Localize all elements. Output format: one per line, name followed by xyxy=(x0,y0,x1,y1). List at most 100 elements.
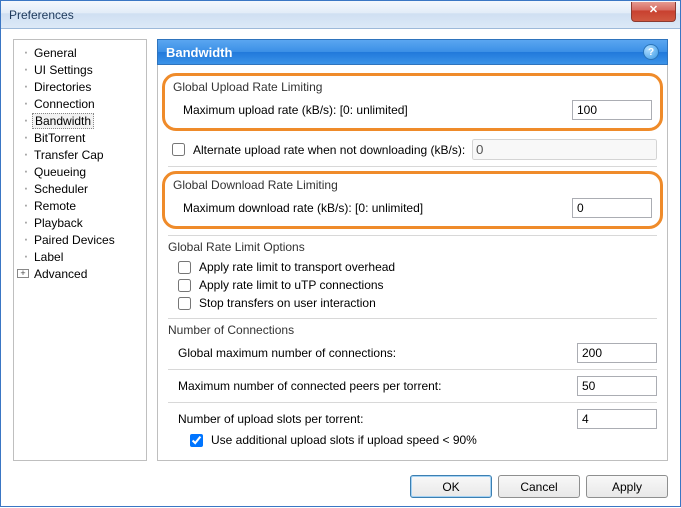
tree-dot-icon: · xyxy=(20,233,32,247)
label-alt-upload: Alternate upload rate when not downloadi… xyxy=(193,143,468,157)
tree-item-bandwidth[interactable]: ·Bandwidth xyxy=(16,112,144,129)
separator xyxy=(168,235,657,236)
checkbox-alt-upload[interactable] xyxy=(172,143,185,156)
group-title-upload: Global Upload Rate Limiting xyxy=(173,80,652,94)
tree-item-label: Advanced xyxy=(32,267,89,281)
tree-item-scheduler[interactable]: ·Scheduler xyxy=(16,180,144,197)
tree-item-label: Directories xyxy=(32,80,93,94)
tree-dot-icon: · xyxy=(20,216,32,230)
panel-title: Bandwidth xyxy=(166,45,232,60)
tree-dot-icon: · xyxy=(20,97,32,111)
tree-dot-icon: · xyxy=(20,148,32,162)
tree-dot-icon: · xyxy=(20,80,32,94)
input-peers[interactable] xyxy=(577,376,657,396)
checkbox-opt-stop[interactable] xyxy=(178,297,191,310)
tree-item-transfer-cap[interactable]: ·Transfer Cap xyxy=(16,146,144,163)
content-panel: Bandwidth ? Global Upload Rate Limiting … xyxy=(157,39,668,461)
tree-item-connection[interactable]: ·Connection xyxy=(16,95,144,112)
tree-item-ui-settings[interactable]: ·UI Settings xyxy=(16,61,144,78)
tree-item-label: General xyxy=(32,46,79,60)
group-title-options: Global Rate Limit Options xyxy=(168,240,657,254)
label-global-conn: Global maximum number of connections: xyxy=(178,346,571,360)
close-button[interactable]: ✕ xyxy=(631,2,676,22)
tree-item-label[interactable]: ·Label xyxy=(16,248,144,265)
label-extra-slots: Use additional upload slots if upload sp… xyxy=(211,433,477,447)
input-alt-upload xyxy=(472,139,657,160)
tree-dot-icon: · xyxy=(20,250,32,264)
checkbox-extra-slots[interactable] xyxy=(190,434,203,447)
help-icon[interactable]: ? xyxy=(643,44,659,60)
label-max-download: Maximum download rate (kB/s): [0: unlimi… xyxy=(183,201,566,215)
separator xyxy=(168,166,657,167)
dialog-body: ·General·UI Settings·Directories·Connect… xyxy=(1,29,680,469)
separator xyxy=(168,318,657,319)
group-rate-options: Global Rate Limit Options Apply rate lim… xyxy=(168,240,657,312)
window-title: Preferences xyxy=(9,8,74,22)
group-title-download: Global Download Rate Limiting xyxy=(173,178,652,192)
group-download-rate: Global Download Rate Limiting Maximum do… xyxy=(162,171,663,229)
row-max-upload: Maximum upload rate (kB/s): [0: unlimite… xyxy=(173,98,652,122)
panel-body: Global Upload Rate Limiting Maximum uplo… xyxy=(157,65,668,461)
label-opt-overhead: Apply rate limit to transport overhead xyxy=(199,260,395,274)
tree-item-paired-devices[interactable]: ·Paired Devices xyxy=(16,231,144,248)
tree-item-playback[interactable]: ·Playback xyxy=(16,214,144,231)
ok-button[interactable]: OK xyxy=(410,475,492,498)
tree-item-bittorrent[interactable]: ·BitTorrent xyxy=(16,129,144,146)
group-title-connections: Number of Connections xyxy=(168,323,657,337)
tree-item-directories[interactable]: ·Directories xyxy=(16,78,144,95)
tree-item-label: Connection xyxy=(32,97,97,111)
label-slots: Number of upload slots per torrent: xyxy=(178,412,571,426)
cancel-button[interactable]: Cancel xyxy=(498,475,580,498)
row-slots: Number of upload slots per torrent: xyxy=(168,407,657,431)
row-peers: Maximum number of connected peers per to… xyxy=(168,374,657,398)
tree-item-label: UI Settings xyxy=(32,63,95,77)
tree-item-label: Scheduler xyxy=(32,182,90,196)
input-max-upload[interactable] xyxy=(572,100,652,120)
tree-dot-icon: · xyxy=(20,114,32,128)
tree-dot-icon: · xyxy=(20,182,32,196)
row-opt-stop: Stop transfers on user interaction xyxy=(168,294,657,312)
input-slots[interactable] xyxy=(577,409,657,429)
row-global-conn: Global maximum number of connections: xyxy=(168,341,657,365)
tree-item-label: Remote xyxy=(32,199,78,213)
tree-item-queueing[interactable]: ·Queueing xyxy=(16,163,144,180)
tree-dot-icon: · xyxy=(20,199,32,213)
tree-item-advanced[interactable]: +Advanced xyxy=(16,265,144,282)
separator xyxy=(168,369,657,370)
tree-item-label: Paired Devices xyxy=(32,233,117,247)
row-opt-utp: Apply rate limit to uTP connections xyxy=(168,276,657,294)
tree-dot-icon: · xyxy=(20,165,32,179)
checkbox-opt-overhead[interactable] xyxy=(178,261,191,274)
label-max-upload: Maximum upload rate (kB/s): [0: unlimite… xyxy=(183,103,566,117)
label-opt-utp: Apply rate limit to uTP connections xyxy=(199,278,384,292)
tree-item-remote[interactable]: ·Remote xyxy=(16,197,144,214)
input-max-download[interactable] xyxy=(572,198,652,218)
tree-item-label: Bandwidth xyxy=(32,113,94,129)
preferences-tree[interactable]: ·General·UI Settings·Directories·Connect… xyxy=(13,39,147,461)
group-upload-rate: Global Upload Rate Limiting Maximum uplo… xyxy=(162,73,663,131)
checkbox-opt-utp[interactable] xyxy=(178,279,191,292)
tree-item-label: BitTorrent xyxy=(32,131,87,145)
row-extra-slots: Use additional upload slots if upload sp… xyxy=(168,431,657,449)
apply-button[interactable]: Apply xyxy=(586,475,668,498)
tree-dot-icon: · xyxy=(20,46,32,60)
tree-item-label: Playback xyxy=(32,216,85,230)
close-icon: ✕ xyxy=(649,4,658,16)
row-alt-upload: Alternate upload rate when not downloadi… xyxy=(168,137,657,162)
separator xyxy=(168,402,657,403)
group-connections: Number of Connections Global maximum num… xyxy=(168,323,657,449)
dialog-buttons: OK Cancel Apply xyxy=(1,469,680,508)
tree-item-general[interactable]: ·General xyxy=(16,44,144,61)
panel-header: Bandwidth ? xyxy=(157,39,668,65)
label-opt-stop: Stop transfers on user interaction xyxy=(199,296,376,310)
row-max-download: Maximum download rate (kB/s): [0: unlimi… xyxy=(173,196,652,220)
expand-icon: + xyxy=(17,269,29,278)
title-bar: Preferences ✕ xyxy=(1,1,680,29)
input-global-conn[interactable] xyxy=(577,343,657,363)
tree-item-label: Label xyxy=(32,250,65,264)
tree-dot-icon: · xyxy=(20,131,32,145)
tree-item-label: Transfer Cap xyxy=(32,148,106,162)
row-opt-overhead: Apply rate limit to transport overhead xyxy=(168,258,657,276)
tree-dot-icon: · xyxy=(20,63,32,77)
label-peers: Maximum number of connected peers per to… xyxy=(178,379,571,393)
